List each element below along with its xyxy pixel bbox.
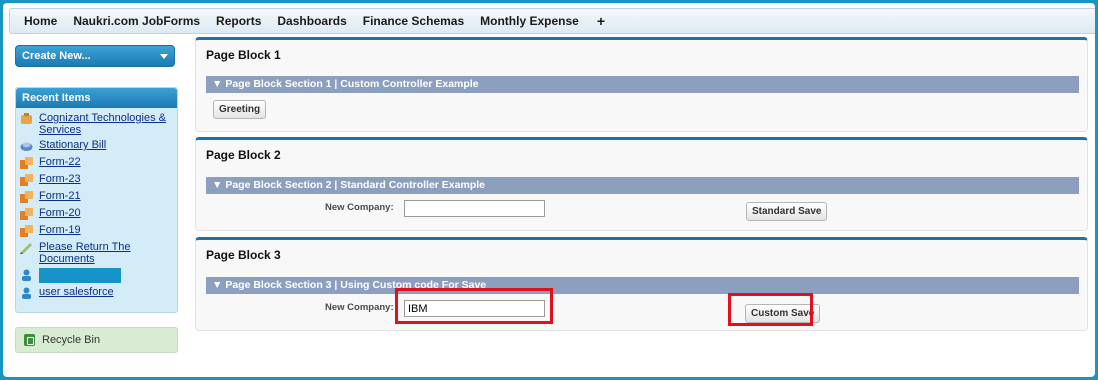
recent-item-link[interactable]: Form-23 [39, 173, 81, 185]
section-title: Page Block Section 1 | Custom Controller… [225, 78, 479, 90]
tab-home[interactable]: Home [16, 14, 65, 28]
form-icon [20, 157, 33, 169]
page-block-title: Page Block 1 [206, 48, 281, 62]
recent-item-link[interactable]: Cognizant Technologies & Services [39, 112, 173, 136]
tab-monthly-expense[interactable]: Monthly Expense [472, 14, 587, 28]
section-title: Page Block Section 2 | Standard Controll… [225, 179, 485, 191]
recent-item-link[interactable]: Form-21 [39, 190, 81, 202]
account-icon [21, 113, 32, 124]
section-header-2[interactable]: ▼ Page Block Section 2 | Standard Contro… [206, 177, 1079, 194]
create-new-button[interactable]: Create New... [15, 45, 175, 67]
page-block-1: Page Block 1 ▼ Page Block Section 1 | Cu… [195, 37, 1088, 132]
recycle-bin-label: Recycle Bin [42, 334, 101, 346]
tab-reports[interactable]: Reports [208, 14, 269, 28]
list-item: Stationary Bill [20, 139, 173, 153]
tab-bar: Home Naukri.com JobForms Reports Dashboa… [9, 8, 1095, 34]
page-block-title: Page Block 3 [206, 248, 281, 262]
new-company-label: New Company: [325, 302, 394, 313]
new-company-input[interactable] [404, 200, 545, 217]
recent-item-link[interactable]: user salesforce [39, 286, 114, 298]
list-item: Cognizant Technologies & Services [20, 112, 173, 136]
highlight-box-input [395, 288, 553, 324]
form-icon [20, 225, 33, 237]
list-item: Form-23 [20, 173, 173, 187]
page-block-title: Page Block 2 [206, 148, 281, 162]
recycle-bin-icon [24, 334, 35, 346]
recent-items-title: Recent Items [16, 88, 177, 108]
form-icon [20, 191, 33, 203]
list-item: user salesforce [20, 286, 173, 300]
tab-dashboards[interactable]: Dashboards [269, 14, 354, 28]
sidebar: Create New... Recent Items Cognizant Tec… [15, 45, 178, 353]
create-new-label: Create New... [22, 50, 91, 62]
bill-icon [20, 142, 33, 151]
recycle-bin-link[interactable]: Recycle Bin [15, 327, 178, 353]
page-block-2: Page Block 2 ▼ Page Block Section 2 | St… [195, 137, 1088, 231]
chevron-down-icon [160, 53, 168, 59]
list-item: Form-22 [20, 156, 173, 170]
recent-item-link[interactable]: Stationary Bill [39, 139, 106, 151]
redacted-item-link[interactable] [39, 268, 121, 283]
recent-items-panel: Recent Items Cognizant Technologies & Se… [15, 87, 178, 313]
section-header-3[interactable]: ▼ Page Block Section 3 | Using Custom co… [206, 277, 1079, 294]
user-icon [22, 269, 31, 281]
list-item: Please Return The Documents [20, 241, 173, 265]
app-frame: Home Naukri.com JobForms Reports Dashboa… [3, 3, 1095, 377]
list-item: Form-20 [20, 207, 173, 221]
recent-item-link[interactable]: Please Return The Documents [39, 241, 173, 265]
recent-item-link[interactable]: Form-19 [39, 224, 81, 236]
highlight-box-button [728, 293, 813, 326]
section-header-1[interactable]: ▼ Page Block Section 1 | Custom Controll… [206, 76, 1079, 93]
list-item: Form-21 [20, 190, 173, 204]
note-icon [20, 243, 32, 254]
page-block-3: Page Block 3 ▼ Page Block Section 3 | Us… [195, 237, 1088, 331]
recent-items-list: Cognizant Technologies & Services Statio… [16, 108, 177, 300]
tab-finance-schemas[interactable]: Finance Schemas [355, 14, 472, 28]
tab-naukri-jobforms[interactable]: Naukri.com JobForms [65, 14, 208, 28]
user-icon [22, 287, 31, 299]
recent-item-link[interactable]: Form-22 [39, 156, 81, 168]
recent-item-link[interactable]: Form-20 [39, 207, 81, 219]
list-item [20, 268, 173, 283]
greeting-button[interactable]: Greeting [213, 100, 267, 119]
new-company-label: New Company: [325, 202, 394, 213]
form-icon [20, 208, 33, 220]
list-item: Form-19 [20, 224, 173, 238]
form-icon [20, 174, 33, 186]
standard-save-button[interactable]: Standard Save [746, 202, 828, 221]
add-tab-icon[interactable]: + [587, 13, 615, 29]
